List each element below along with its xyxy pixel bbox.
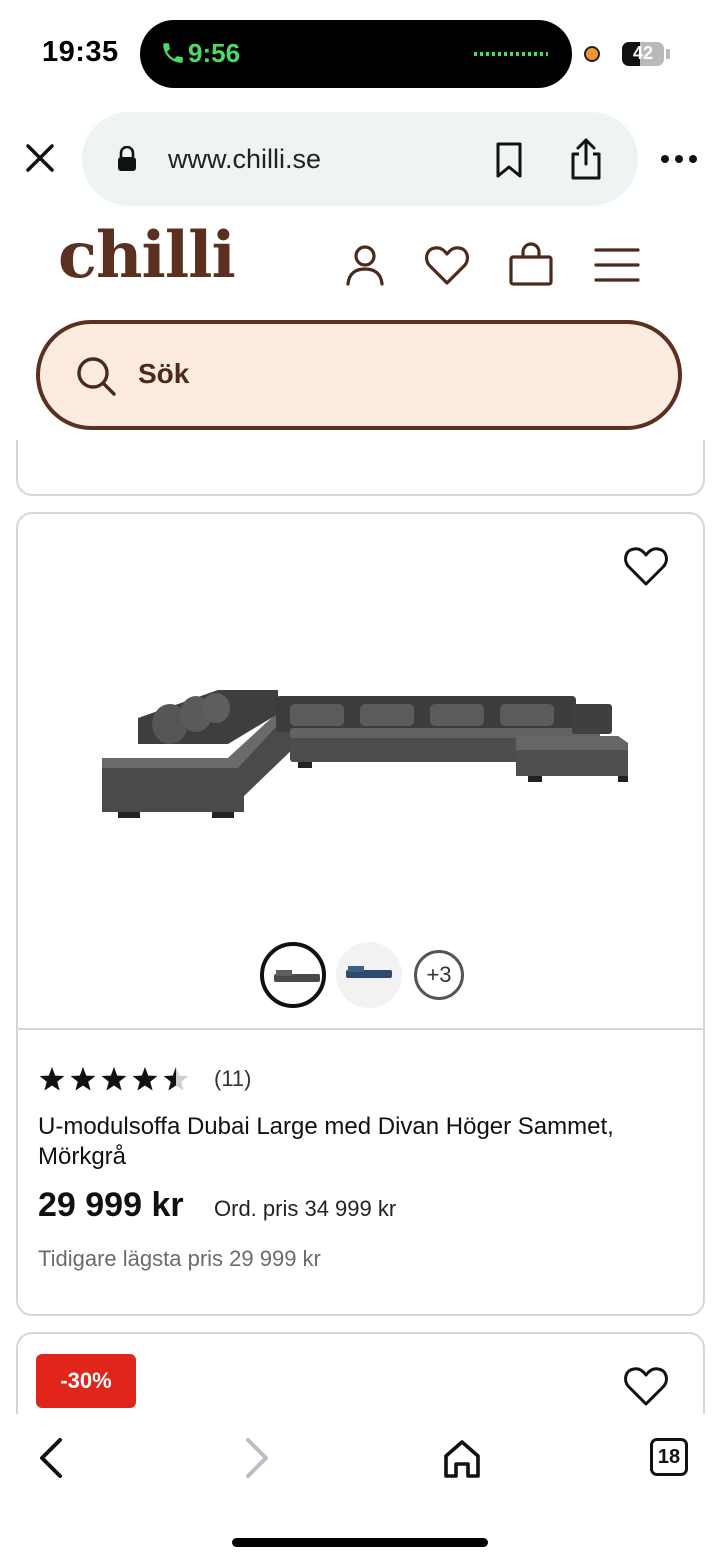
browser-toolbar: 18 [0, 1414, 720, 1560]
search-placeholder: Sök [138, 358, 190, 389]
color-swatches: +3 [18, 942, 703, 1012]
discount-badge: -30% [36, 1354, 136, 1408]
product-image[interactable] [98, 684, 628, 824]
swatch-thumbnail [346, 966, 392, 978]
product-name[interactable]: U-modulsoffa Dubai Large med Divan Höger… [38, 1112, 688, 1172]
lock-icon [118, 146, 136, 171]
bookmark-icon[interactable] [492, 140, 526, 180]
swatch-dark-grey[interactable] [260, 942, 326, 1008]
menu-icon[interactable] [592, 240, 642, 290]
forward-icon[interactable] [234, 1436, 278, 1480]
search-input[interactable]: Sök [36, 320, 682, 430]
address-bar[interactable]: www.chilli.se [82, 112, 638, 206]
card-divider [18, 1028, 703, 1030]
rating-star [101, 1067, 127, 1091]
lowest-price-note: Tidigare lägsta pris 29 999 kr [38, 1246, 321, 1271]
dynamic-island[interactable]: 9:56 [140, 20, 572, 88]
mic-indicator [584, 46, 600, 62]
status-time: 19:35 [42, 36, 119, 68]
phone-icon [163, 43, 183, 63]
rating-star [70, 1067, 96, 1091]
audio-wave [474, 52, 548, 56]
site-logo[interactable]: chilli [58, 218, 236, 293]
rating-stars [39, 1067, 189, 1091]
share-icon[interactable] [566, 136, 606, 182]
heart-icon[interactable] [422, 240, 472, 290]
tabs-button[interactable]: 18 [650, 1438, 688, 1476]
battery-indicator: 42 [622, 42, 664, 66]
product-card[interactable]: +3 (11) U-modulsoffa Dubai Large med Div… [16, 512, 705, 1316]
rating-count[interactable]: (11) [214, 1066, 252, 1092]
battery-tip [666, 49, 670, 59]
search-icon [77, 357, 116, 396]
favorite-heart-icon[interactable] [622, 544, 670, 588]
rating-star [39, 1067, 65, 1091]
product-card-previous[interactable] [16, 440, 705, 496]
more-colors-button[interactable]: +3 [414, 950, 464, 1000]
url-text[interactable]: www.chilli.se [168, 144, 321, 175]
swatch-blue[interactable] [336, 942, 402, 1008]
back-icon[interactable] [30, 1436, 74, 1480]
rating-star [132, 1067, 158, 1091]
battery-level: 42 [632, 43, 654, 63]
ordinary-price: Ord. pris 34 999 kr [214, 1196, 397, 1221]
home-icon[interactable] [440, 1436, 484, 1480]
call-duration: 9:56 [188, 38, 241, 68]
close-icon[interactable] [20, 138, 60, 178]
home-indicator[interactable] [232, 1538, 488, 1547]
product-price: 29 999 kr [38, 1186, 184, 1224]
more-icon[interactable] [658, 144, 700, 174]
bag-icon[interactable] [506, 240, 556, 290]
user-icon[interactable] [340, 240, 390, 290]
favorite-heart-icon[interactable] [622, 1364, 670, 1408]
status-bar: 19:35 9:56 42 [0, 0, 720, 100]
swatch-thumbnail [274, 970, 320, 982]
